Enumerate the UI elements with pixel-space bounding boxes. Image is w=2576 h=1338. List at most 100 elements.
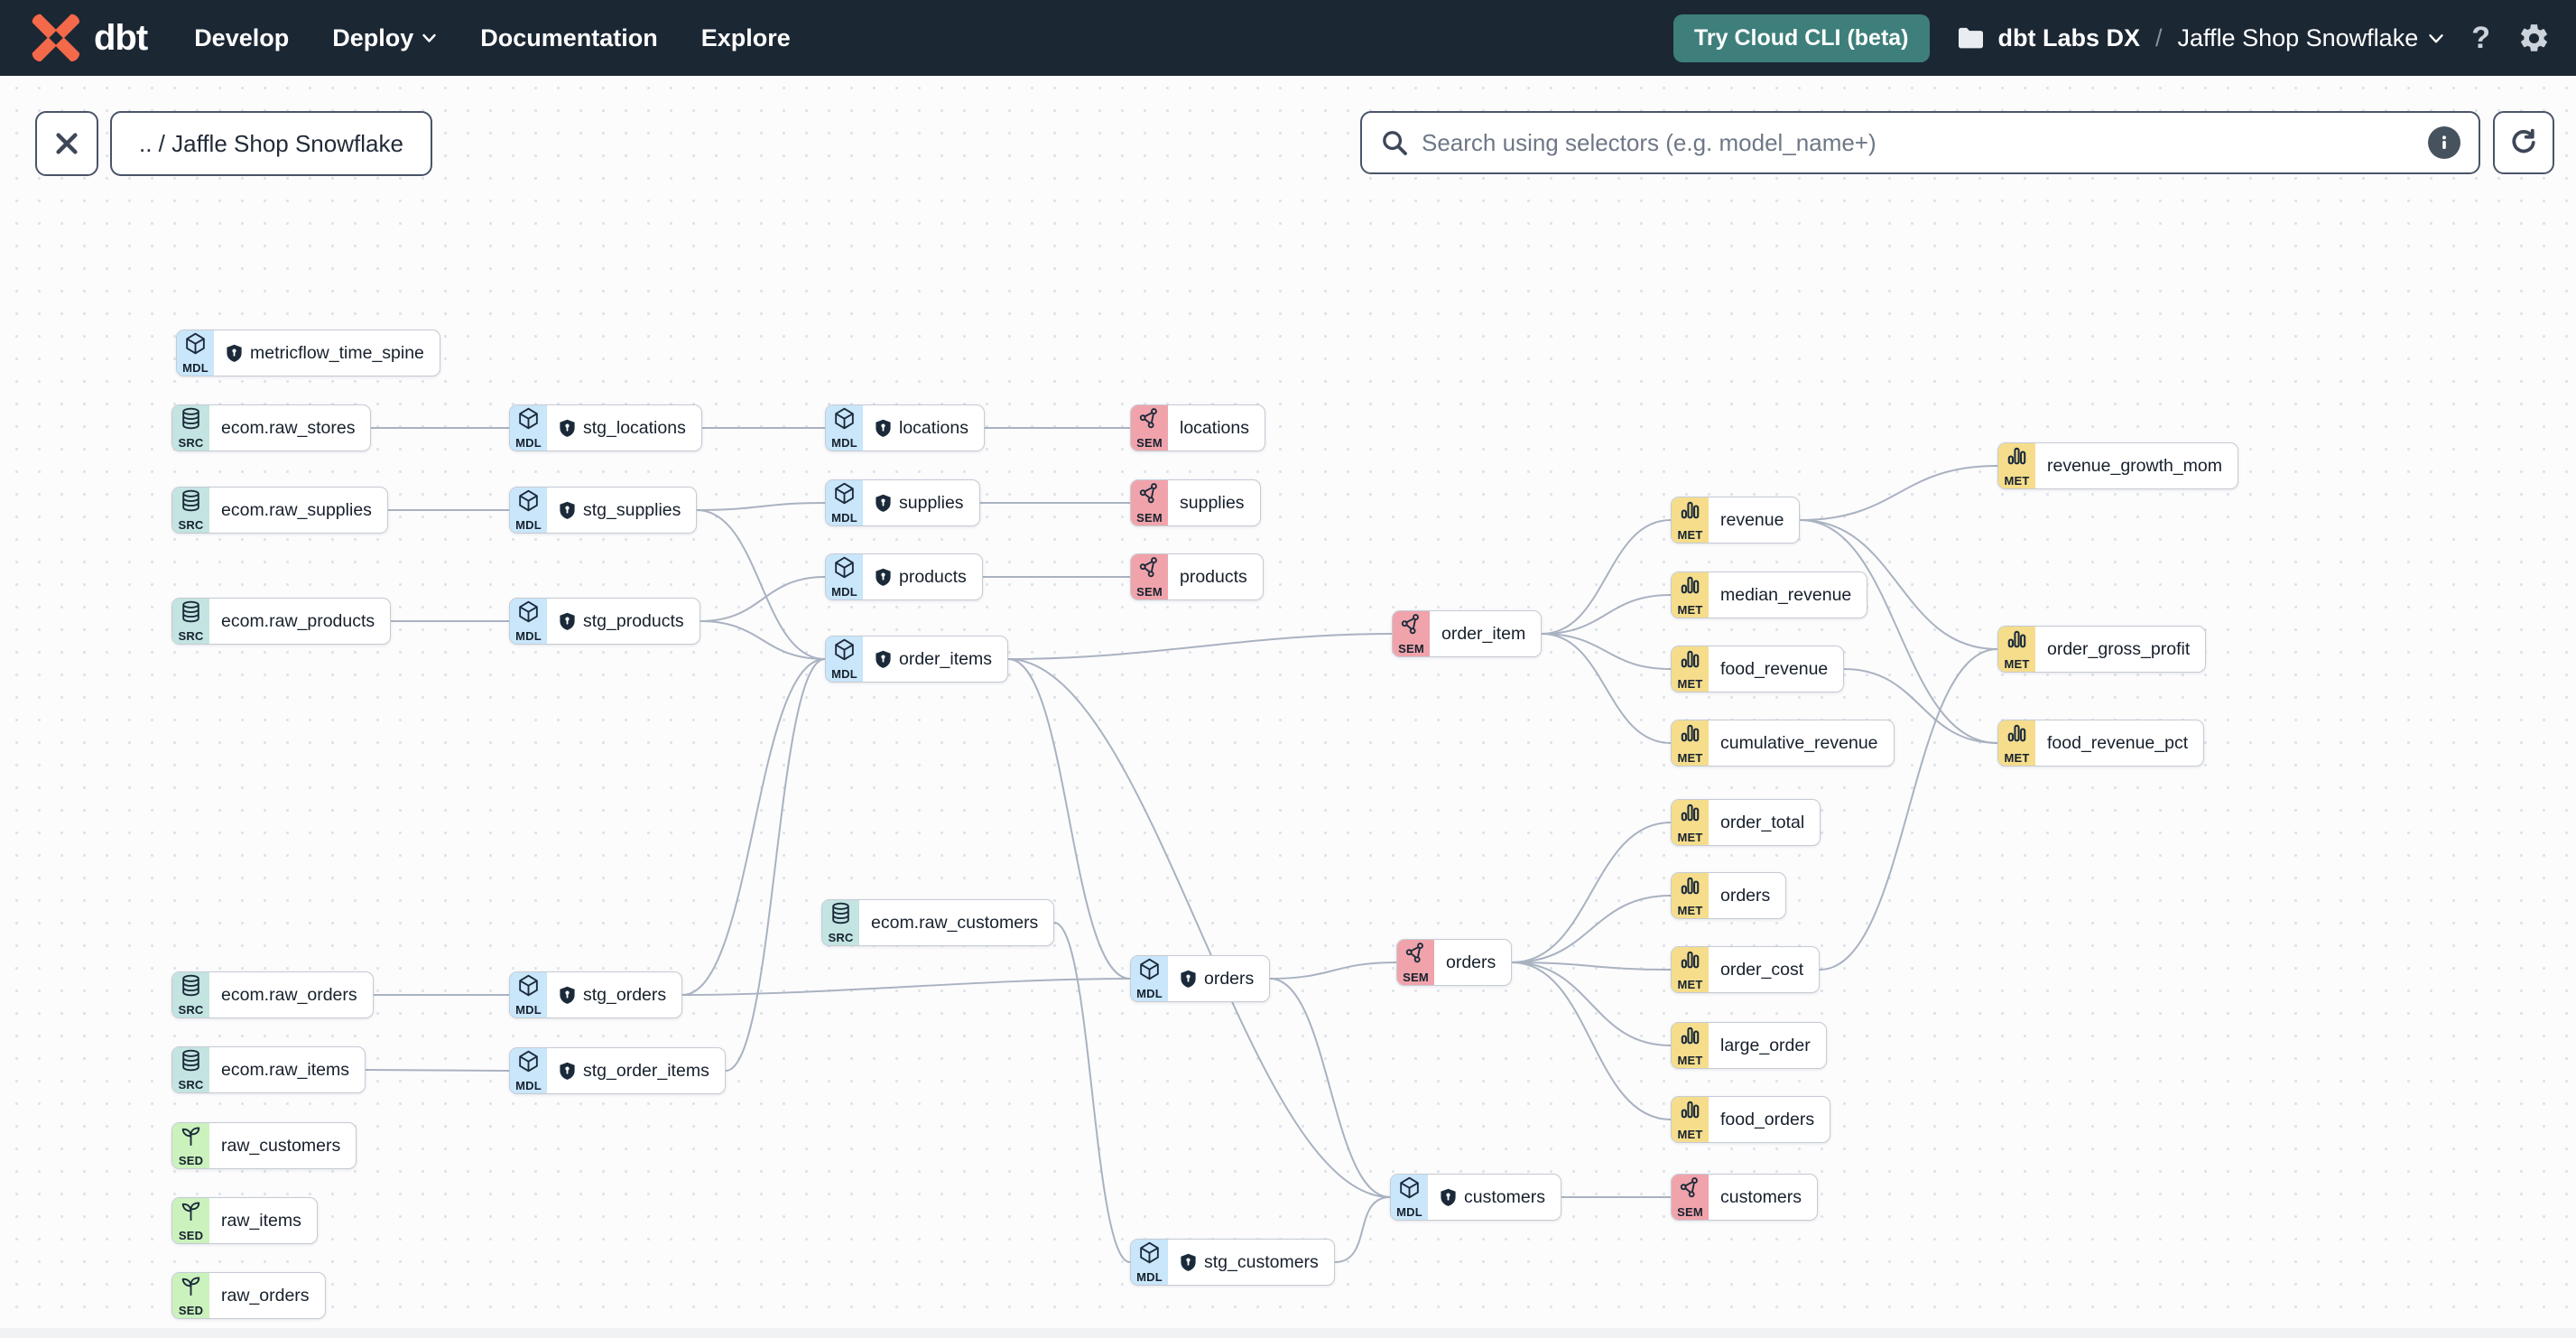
graph-node-src_customers[interactable]: SRC ecom.raw_customers <box>821 899 1055 946</box>
graph-node-seed_raw_customers[interactable]: SED raw_customers <box>171 1122 357 1169</box>
graph-node-sem_order_item[interactable]: SEM order_item <box>1392 610 1543 657</box>
graph-node-mdl_order_items[interactable]: MDL order_items <box>825 636 1008 683</box>
graph-node-met_food_revenue[interactable]: MET food_revenue <box>1671 646 1845 692</box>
node-label: orders <box>1204 968 1255 989</box>
shield-icon <box>1180 1253 1197 1272</box>
nav-item-develop[interactable]: Develop <box>194 24 289 52</box>
node-label: supplies <box>899 492 964 513</box>
try-cloud-cli-button[interactable]: Try Cloud CLI (beta) <box>1673 14 1930 62</box>
bar-chart-icon <box>1678 1024 1702 1053</box>
help-icon[interactable]: ? <box>2471 21 2490 56</box>
cube-icon <box>516 973 541 1002</box>
graph-node-met_order_cost[interactable]: MET order_cost <box>1671 946 1821 993</box>
graph-node-src_orders[interactable]: SRC ecom.raw_orders <box>171 971 374 1018</box>
node-type-chip: SED <box>172 1123 209 1168</box>
seedling-icon <box>179 1274 203 1303</box>
database-icon <box>179 488 203 517</box>
account-breadcrumb: dbt Labs DX / Jaffle Shop Snowflake <box>1957 24 2445 52</box>
graph-node-met_order_total[interactable]: MET order_total <box>1671 799 1821 846</box>
account-name[interactable]: dbt Labs DX <box>1998 24 2141 52</box>
bar-chart-icon <box>1678 498 1702 527</box>
info-icon[interactable] <box>2428 126 2460 159</box>
cube-icon <box>832 555 857 584</box>
node-type-chip: MDL <box>510 405 547 451</box>
graph-node-met_median_revenue[interactable]: MET median_revenue <box>1671 571 1868 618</box>
nav-item-explore[interactable]: Explore <box>701 24 791 52</box>
folder-icon <box>1958 27 1983 48</box>
graph-node-mdl_products[interactable]: MDL products <box>825 553 983 600</box>
graph-node-stg_customers[interactable]: MDL stg_customers <box>1130 1239 1335 1286</box>
graph-node-seed_raw_items[interactable]: SED raw_items <box>171 1197 318 1244</box>
graph-node-stg_orders[interactable]: MDL stg_orders <box>509 971 683 1018</box>
node-label: stg_products <box>583 610 684 631</box>
shield-icon <box>559 986 576 1005</box>
lineage-breadcrumb[interactable]: .. / Jaffle Shop Snowflake <box>110 111 432 176</box>
node-type-chip: SRC <box>172 405 209 451</box>
graph-node-sem_customers[interactable]: SEM customers <box>1671 1174 1818 1221</box>
semantic-network-icon <box>1404 941 1428 970</box>
graph-node-met_food_revenue_pct[interactable]: MET food_revenue_pct <box>1997 720 2205 767</box>
refresh-lineage-button[interactable] <box>2493 111 2554 174</box>
graph-node-mdl_customers[interactable]: MDL customers <box>1390 1174 1561 1221</box>
node-type-chip: SED <box>172 1198 209 1243</box>
nav-item-deploy[interactable]: Deploy <box>332 24 437 52</box>
graph-node-src_products[interactable]: SRC ecom.raw_products <box>171 598 392 645</box>
node-type-label: MDL <box>182 361 208 375</box>
graph-node-mdl_locations[interactable]: MDL locations <box>825 404 985 451</box>
project-switcher[interactable]: Jaffle Shop Snowflake <box>2178 24 2445 52</box>
graph-node-src_stores[interactable]: SRC ecom.raw_stores <box>171 404 372 451</box>
node-type-chip: MET <box>1672 497 1709 543</box>
node-type-chip: MET <box>1998 720 2035 766</box>
graph-node-met_cumulative_revenue[interactable]: MET cumulative_revenue <box>1671 720 1895 767</box>
graph-node-mdl_orders[interactable]: MDL orders <box>1130 955 1271 1002</box>
semantic-network-icon <box>1678 1175 1702 1204</box>
node-type-label: SEM <box>1136 436 1163 450</box>
node-type-label: MET <box>1677 1128 1703 1141</box>
shield-icon <box>875 568 892 587</box>
node-type-chip: MET <box>1672 720 1709 766</box>
node-label: metricflow_time_spine <box>250 342 424 363</box>
graph-node-sem_supplies[interactable]: SEM supplies <box>1130 479 1261 526</box>
graph-node-met_revenue[interactable]: MET revenue <box>1671 497 1801 544</box>
node-label: orders <box>1446 952 1496 972</box>
lineage-canvas[interactable]: MDL metricflow_time_spine SRC ecom.raw_s… <box>0 0 2576 1338</box>
semantic-network-icon <box>1137 481 1162 510</box>
node-type-chip: MDL <box>826 554 863 599</box>
node-type-label: MET <box>2004 474 2030 488</box>
graph-node-met_revenue_growth_mom[interactable]: MET revenue_growth_mom <box>1997 442 2239 489</box>
horizontal-scrollbar[interactable] <box>0 1328 2576 1338</box>
graph-node-sem_locations[interactable]: SEM locations <box>1130 404 1265 451</box>
graph-node-met_food_orders[interactable]: MET food_orders <box>1671 1096 1831 1143</box>
bar-chart-icon <box>2005 444 2029 473</box>
graph-node-src_items[interactable]: SRC ecom.raw_items <box>171 1046 366 1093</box>
gear-icon[interactable] <box>2517 22 2551 55</box>
selector-search-input[interactable] <box>1422 128 2415 157</box>
shield-icon <box>875 650 892 669</box>
graph-node-mdl_supplies[interactable]: MDL supplies <box>825 479 980 526</box>
graph-node-stg_products[interactable]: MDL stg_products <box>509 598 700 645</box>
graph-node-seed_raw_orders[interactable]: SED raw_orders <box>171 1272 326 1319</box>
graph-node-stg_locations[interactable]: MDL stg_locations <box>509 404 702 451</box>
node-label: food_revenue <box>1720 658 1829 679</box>
graph-node-met_orders[interactable]: MET orders <box>1671 872 1787 919</box>
graph-node-met_order_gross_profit[interactable]: MET order_gross_profit <box>1997 626 2207 673</box>
chevron-down-icon <box>2429 33 2443 42</box>
node-label: stg_supplies <box>583 499 681 520</box>
node-type-label: MET <box>1677 528 1703 542</box>
graph-node-sem_products[interactable]: SEM products <box>1130 553 1264 600</box>
node-type-label: MDL <box>515 1003 542 1017</box>
graph-node-met_large_order[interactable]: MET large_order <box>1671 1022 1827 1069</box>
bar-chart-icon <box>1678 573 1702 602</box>
graph-node-stg_order_items[interactable]: MDL stg_order_items <box>509 1047 726 1094</box>
bar-chart-icon <box>1678 721 1702 750</box>
node-type-chip: MET <box>1672 873 1709 918</box>
close-lineage-button[interactable] <box>35 111 98 176</box>
graph-node-stg_supplies[interactable]: MDL stg_supplies <box>509 487 698 534</box>
dbt-logo[interactable]: dbt <box>31 13 148 63</box>
seedling-icon <box>179 1124 203 1153</box>
nav-item-documentation[interactable]: Documentation <box>480 24 658 52</box>
graph-node-metricflow_time_spine[interactable]: MDL metricflow_time_spine <box>176 330 440 376</box>
graph-node-src_supplies[interactable]: SRC ecom.raw_supplies <box>171 487 388 534</box>
graph-node-sem_orders[interactable]: SEM orders <box>1396 939 1513 986</box>
node-type-chip: SEM <box>1131 405 1168 451</box>
